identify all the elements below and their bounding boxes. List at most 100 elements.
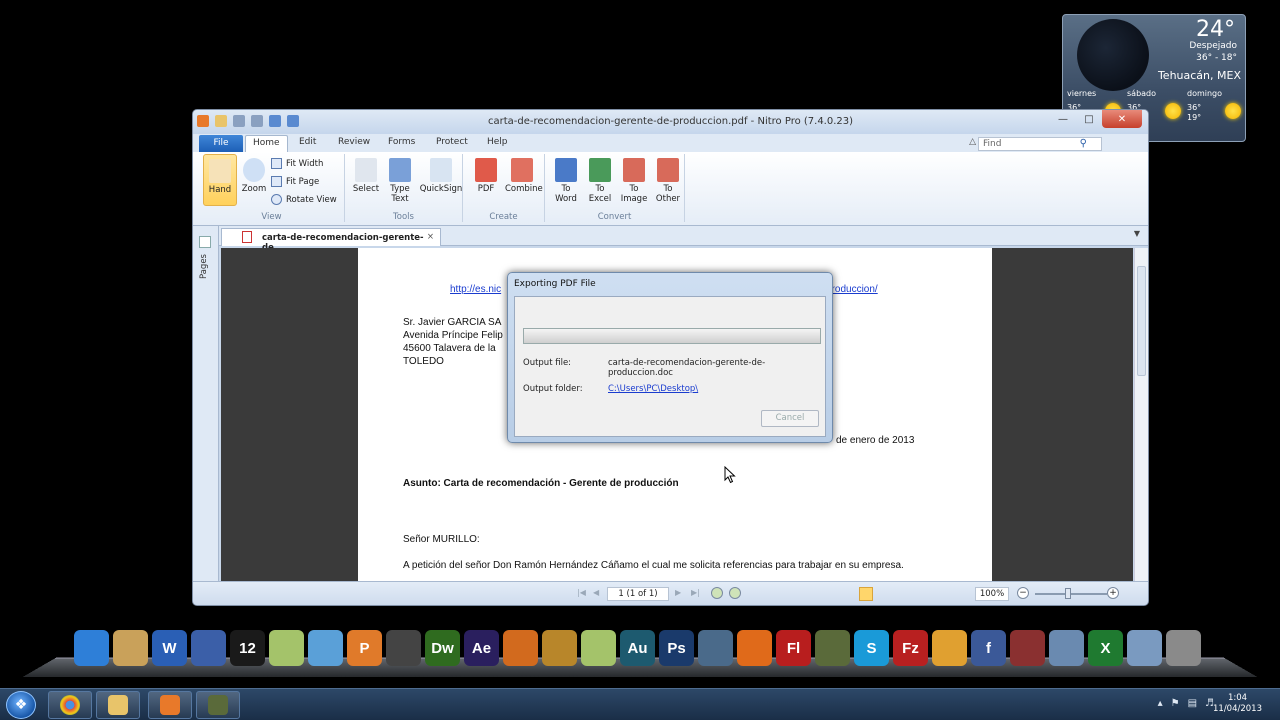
taskbar: ❖ ▴ ⚑ ▤ ♬ 1:04 11/04/2013 (0, 688, 1280, 720)
network-icon[interactable] (74, 630, 109, 666)
dreamweaver-icon[interactable]: Dw (425, 630, 460, 666)
excel-icon[interactable]: X (1088, 630, 1123, 666)
document-tab[interactable]: carta-de-recomendacion-gerente-de... × (221, 228, 441, 253)
page-icon[interactable] (199, 236, 211, 248)
title-bar[interactable]: carta-de-recomendacion-gerente-de-produc… (193, 110, 1148, 134)
to-image-button[interactable]: To Image (617, 154, 651, 204)
firefox-icon[interactable] (737, 630, 772, 666)
tools-icon[interactable] (1049, 630, 1084, 666)
zoom-button[interactable]: Zoom (237, 154, 271, 194)
cancel-button[interactable]: Cancel (761, 410, 819, 427)
document-link-end[interactable]: produccion/ (826, 284, 878, 295)
halo-icon[interactable] (815, 630, 850, 666)
window-title: carta-de-recomendacion-gerente-de-produc… (487, 116, 854, 127)
zoom-out-icon[interactable]: − (1017, 587, 1029, 599)
itunes-icon[interactable] (191, 630, 226, 666)
clock[interactable]: 1:04 11/04/2013 (1213, 693, 1262, 715)
quicksign-button[interactable]: QuickSign (419, 154, 463, 194)
notepad-icon[interactable] (269, 630, 304, 666)
mail-icon[interactable] (932, 630, 967, 666)
flag-icon[interactable]: ⚑ (1171, 698, 1180, 709)
close-tab-icon[interactable]: × (427, 232, 434, 242)
skype-icon[interactable]: S (854, 630, 889, 666)
previous-page-icon[interactable]: ◀ (593, 588, 603, 598)
photoshop-icon[interactable]: Ps (659, 630, 694, 666)
collapse-ribbon-icon[interactable]: △ (969, 137, 976, 147)
taskbar-recorder[interactable] (196, 691, 240, 719)
word-icon[interactable]: W (152, 630, 187, 666)
zoom-in-icon[interactable]: + (1107, 587, 1119, 599)
document-link-start[interactable]: http://es.nic (450, 284, 501, 295)
start-button[interactable]: ❖ (6, 691, 36, 719)
to-other-button[interactable]: To Other (651, 154, 685, 204)
tab-edit[interactable]: Edit (299, 137, 316, 147)
to-excel-button[interactable]: To Excel (583, 154, 617, 204)
fit-width-button[interactable]: Fit Width (271, 158, 323, 169)
to-image-label-2: Image (620, 194, 648, 204)
flash-icon[interactable]: Fl (776, 630, 811, 666)
close-button[interactable]: ✕ (1102, 110, 1142, 128)
trash-icon[interactable] (1166, 630, 1201, 666)
powerpoint-icon[interactable]: P (347, 630, 382, 666)
winamp-icon[interactable] (386, 630, 421, 666)
tab-file[interactable]: File (199, 135, 243, 152)
tab-protect[interactable]: Protect (436, 137, 468, 147)
scrollbar-thumb[interactable] (1137, 266, 1146, 376)
zoom-slider-handle[interactable] (1065, 588, 1071, 599)
type-text-button[interactable]: Type Text (383, 154, 417, 204)
folder-icon[interactable] (113, 630, 148, 666)
pages-sidebar[interactable]: Pages (193, 226, 219, 582)
to-other-label-2: Other (655, 194, 681, 204)
tab-home[interactable]: Home (245, 135, 288, 152)
tab-review[interactable]: Review (338, 137, 370, 147)
zoom-slider[interactable] (1035, 593, 1107, 595)
taskbar-explorer[interactable] (96, 691, 140, 719)
output-folder-link[interactable]: C:\Users\PC\Desktop\ (608, 384, 698, 394)
vertical-scrollbar[interactable] (1134, 248, 1148, 582)
facebook-icon[interactable]: f (971, 630, 1006, 666)
monitor-icon[interactable] (698, 630, 733, 666)
pdf-button[interactable]: PDF (469, 154, 503, 194)
laptop-icon[interactable] (1127, 630, 1162, 666)
search-icon[interactable]: ⚲ (1080, 138, 1087, 150)
page-number-input[interactable]: 1 (1 of 1) (607, 587, 669, 601)
audition-icon[interactable]: Au (620, 630, 655, 666)
tab-help[interactable]: Help (487, 137, 508, 147)
maximize-button[interactable]: □ (1076, 110, 1102, 128)
notes-icon[interactable] (581, 630, 616, 666)
zoom-level[interactable]: 100% (975, 587, 1009, 601)
back-icon[interactable] (711, 587, 723, 599)
forward-icon[interactable] (729, 587, 741, 599)
select-button[interactable]: Select (349, 154, 383, 194)
hand-button[interactable]: Hand (203, 154, 237, 206)
paw-icon[interactable] (503, 630, 538, 666)
taskbar-chrome[interactable] (48, 691, 92, 719)
system-tray: ▴ ⚑ ▤ ♬ (1158, 698, 1214, 709)
single-page-view-icon[interactable] (859, 587, 873, 601)
ribbon-group-convert: To Word To Excel To Image To Other Convert (545, 154, 685, 222)
find-input[interactable]: Find ⚲ (978, 137, 1102, 151)
nero-icon[interactable]: 12 (230, 630, 265, 666)
aftereffects-icon[interactable]: Ae (464, 630, 499, 666)
settings-icon[interactable] (308, 630, 343, 666)
fit-page-button[interactable]: Fit Page (271, 176, 319, 187)
show-hidden-icon[interactable]: ▴ (1158, 698, 1163, 709)
clock-date: 11/04/2013 (1213, 704, 1262, 714)
chevron-down-icon[interactable]: ▼ (1134, 229, 1140, 238)
rotate-view-button[interactable]: Rotate View (271, 194, 337, 205)
game-icon[interactable] (1010, 630, 1045, 666)
minimize-button[interactable]: — (1050, 110, 1076, 128)
first-page-icon[interactable]: |◀ (577, 588, 587, 598)
tab-forms[interactable]: Forms (388, 137, 415, 147)
network-icon[interactable]: ▤ (1188, 698, 1197, 709)
lightning-icon[interactable] (542, 630, 577, 666)
next-page-icon[interactable]: ▶ (675, 588, 685, 598)
to-word-button[interactable]: To Word (549, 154, 583, 204)
taskbar-nitro[interactable] (148, 691, 192, 719)
pages-label[interactable]: Pages (199, 254, 209, 279)
last-page-icon[interactable]: ▶| (691, 588, 701, 598)
combine-button[interactable]: Combine (505, 154, 543, 194)
hand-label: Hand (208, 185, 232, 195)
filezilla-icon[interactable]: Fz (893, 630, 928, 666)
to-word-label-1: To (561, 184, 571, 194)
